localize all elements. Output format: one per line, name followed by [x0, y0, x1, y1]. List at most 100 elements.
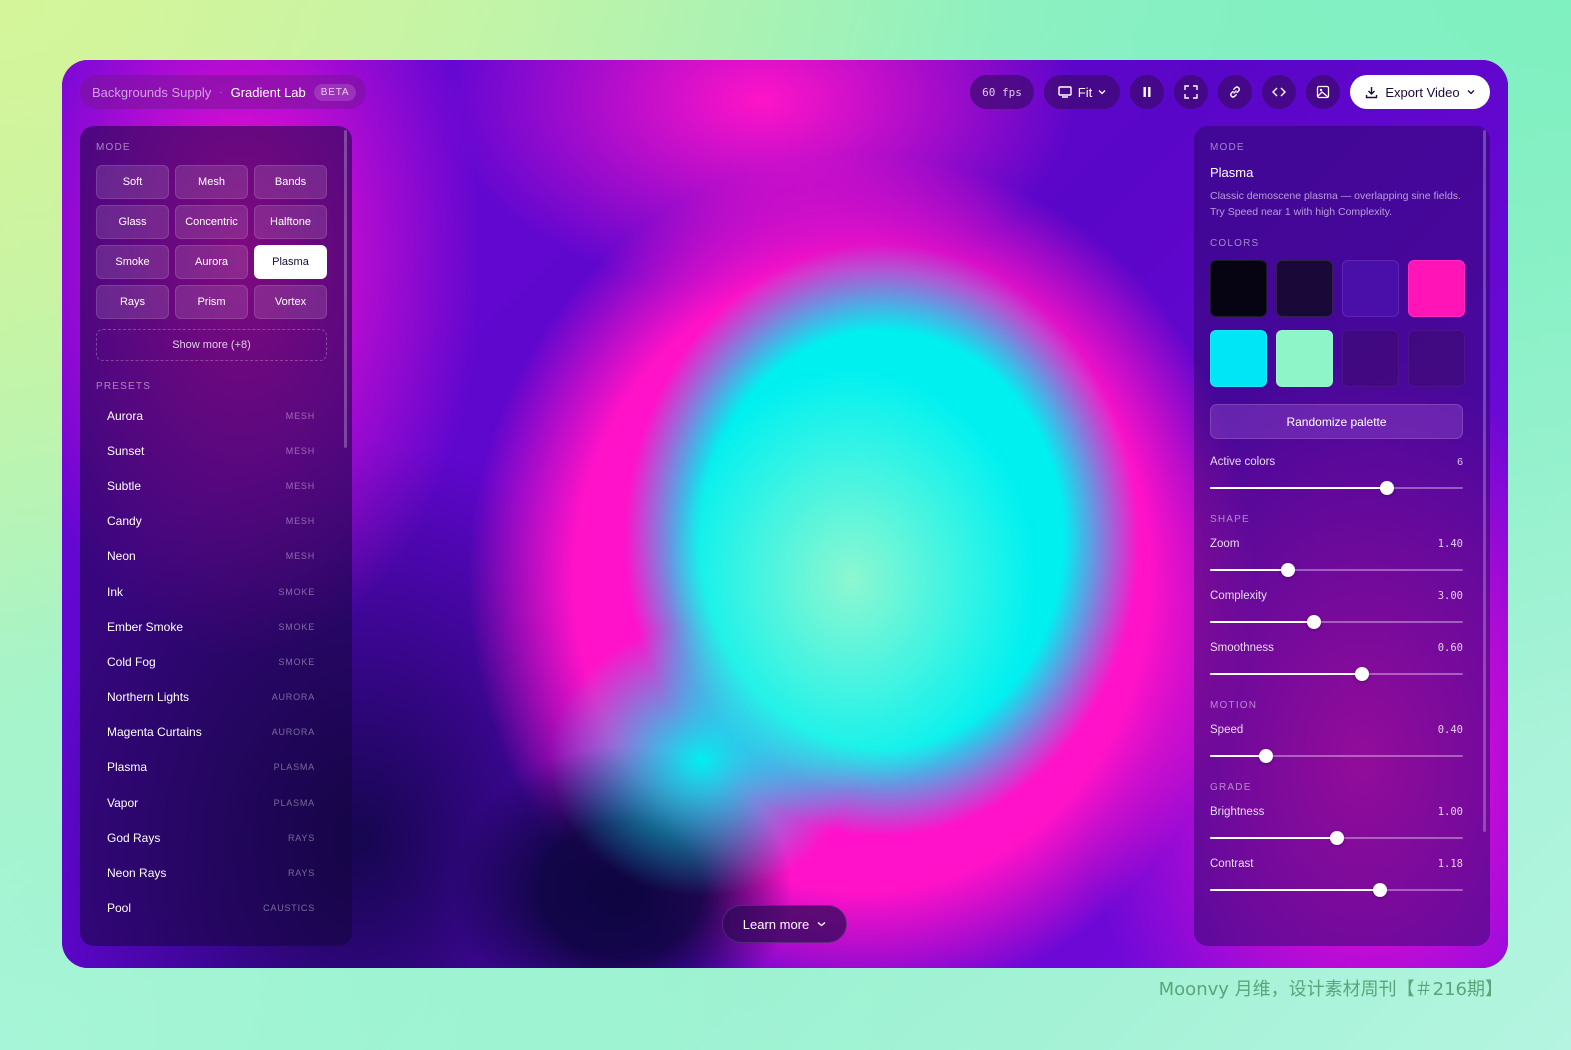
slider-handle[interactable]	[1306, 615, 1321, 629]
preset-name: Cold Fog	[107, 654, 156, 669]
preset-name: Ink	[107, 584, 124, 599]
watermark: Moonvy 月维，设计素材周刊【＃216期】	[1158, 979, 1503, 1000]
preset-item[interactable]: God Rays RAYS	[96, 820, 327, 855]
slider-handle[interactable]	[1372, 883, 1387, 897]
slider-handle[interactable]	[1281, 563, 1296, 577]
preset-item[interactable]: Ember Smoke SMOKE	[96, 609, 327, 644]
mode-button[interactable]: Vortex	[254, 285, 327, 319]
brand-link[interactable]: Backgrounds Supply	[92, 85, 211, 100]
preset-item[interactable]: Vapor PLASMA	[96, 785, 327, 820]
left-sidebar: MODE Soft Mesh Bands Glass Concentric Ha…	[80, 126, 352, 946]
export-video-label: Export Video	[1385, 84, 1460, 100]
copy-link-button[interactable]	[1218, 75, 1252, 109]
slider-track[interactable]	[1210, 667, 1463, 681]
presets-section-label: PRESETS	[96, 381, 152, 392]
mode-grid: Soft Mesh Bands Glass Concentric Halfton…	[96, 165, 336, 319]
mode-name: Plasma	[1210, 165, 1254, 180]
slider-value: 1.00	[1437, 806, 1463, 818]
color-swatch[interactable]	[1210, 330, 1267, 387]
preset-name: Aurora	[107, 408, 144, 423]
color-swatch[interactable]	[1342, 260, 1399, 317]
preset-tag: MESH	[285, 410, 315, 421]
preset-name: Sunset	[107, 443, 145, 458]
mode-button[interactable]: Halftone	[254, 205, 327, 239]
contrast-slider: Contrast 1.18	[1210, 858, 1463, 897]
preset-name: Magenta Curtains	[107, 725, 202, 740]
preset-item[interactable]: Subtle MESH	[96, 468, 327, 503]
color-swatch[interactable]	[1276, 330, 1333, 387]
pause-button[interactable]	[1130, 75, 1164, 109]
preset-tag: MESH	[285, 516, 315, 527]
mode-button[interactable]: Concentric	[175, 205, 248, 239]
preset-name: Subtle	[107, 478, 142, 493]
preset-item[interactable]: Plasma PLASMA	[96, 750, 327, 785]
slider-handle[interactable]	[1258, 749, 1273, 763]
mode-button[interactable]: Prism	[175, 285, 248, 319]
preset-item[interactable]: Cold Fog SMOKE	[96, 644, 327, 679]
brightness-slider: Brightness 1.00	[1210, 806, 1463, 845]
preset-tag: PLASMA	[273, 762, 315, 773]
preset-name: Northern Lights	[107, 690, 190, 705]
color-swatch-inactive[interactable]	[1408, 330, 1465, 387]
mode-button[interactable]: Bands	[254, 165, 327, 199]
export-image-button[interactable]	[1306, 75, 1340, 109]
mode-button-active[interactable]: Plasma	[254, 245, 327, 279]
slider-track[interactable]	[1210, 615, 1463, 629]
code-icon	[1272, 86, 1286, 98]
fit-dropdown[interactable]: Fit	[1044, 75, 1120, 109]
mode-button[interactable]: Aurora	[175, 245, 248, 279]
slider-track[interactable]	[1210, 883, 1463, 897]
preset-item[interactable]: Neon MESH	[96, 539, 327, 574]
download-icon	[1365, 86, 1378, 99]
color-swatch-inactive[interactable]	[1342, 330, 1399, 387]
preset-tag: AURORA	[271, 692, 315, 703]
slider-track[interactable]	[1210, 749, 1463, 763]
shape-section-label: SHAPE	[1210, 514, 1250, 525]
mode-button[interactable]: Mesh	[175, 165, 248, 199]
preset-item[interactable]: Magenta Curtains AURORA	[96, 715, 327, 750]
color-swatch[interactable]	[1210, 260, 1267, 317]
slider-label: Smoothness	[1210, 642, 1274, 654]
preset-tag: MESH	[285, 551, 315, 562]
color-swatch[interactable]	[1276, 260, 1333, 317]
preset-item[interactable]: Sunset MESH	[96, 433, 327, 468]
slider-handle[interactable]	[1380, 481, 1395, 495]
preset-name: Plasma	[107, 760, 148, 775]
randomize-palette-button[interactable]: Randomize palette	[1210, 404, 1463, 439]
slider-track[interactable]	[1210, 563, 1463, 577]
mode-button[interactable]: Soft	[96, 165, 169, 199]
preset-item[interactable]: Neon Rays RAYS	[96, 855, 327, 890]
complexity-slider: Complexity 3.00	[1210, 590, 1463, 629]
learn-more-button[interactable]: Learn more	[722, 905, 847, 943]
color-swatch[interactable]	[1408, 260, 1465, 317]
preset-item[interactable]: Northern Lights AURORA	[96, 680, 327, 715]
fullscreen-button[interactable]	[1174, 75, 1208, 109]
mode-description: Classic demoscene plasma — overlapping s…	[1210, 190, 1461, 218]
image-icon	[1316, 85, 1330, 99]
show-more-modes-button[interactable]: Show more (+8)	[96, 329, 327, 361]
preset-item[interactable]: Aurora MESH	[96, 398, 327, 433]
slider-label: Brightness	[1210, 806, 1265, 818]
smoothness-slider: Smoothness 0.60	[1210, 642, 1463, 681]
slider-handle[interactable]	[1354, 667, 1369, 681]
export-video-button[interactable]: Export Video	[1350, 75, 1490, 109]
speed-slider: Speed 0.40	[1210, 724, 1463, 763]
embed-code-button[interactable]	[1262, 75, 1296, 109]
preset-item[interactable]: Pool CAUSTICS	[96, 891, 327, 926]
slider-label: Contrast	[1210, 858, 1254, 870]
mode-button[interactable]: Rays	[96, 285, 169, 319]
preset-name: God Rays	[107, 830, 161, 845]
preset-item[interactable]: Candy MESH	[96, 504, 327, 539]
slider-track[interactable]	[1210, 481, 1463, 495]
slider-label: Zoom	[1210, 538, 1240, 550]
mode-button[interactable]: Smoke	[96, 245, 169, 279]
slider-handle[interactable]	[1329, 831, 1344, 845]
right-sidebar: MODE Plasma Classic demoscene plasma — o…	[1194, 126, 1490, 946]
grade-section-label: GRADE	[1210, 782, 1252, 793]
toolbar: 60 fps Fit Export Video	[970, 75, 1490, 109]
breadcrumb-separator: ·	[219, 86, 223, 98]
preset-item[interactable]: Ink SMOKE	[96, 574, 327, 609]
learn-more-label: Learn more	[742, 916, 810, 932]
slider-track[interactable]	[1210, 831, 1463, 845]
mode-button[interactable]: Glass	[96, 205, 169, 239]
